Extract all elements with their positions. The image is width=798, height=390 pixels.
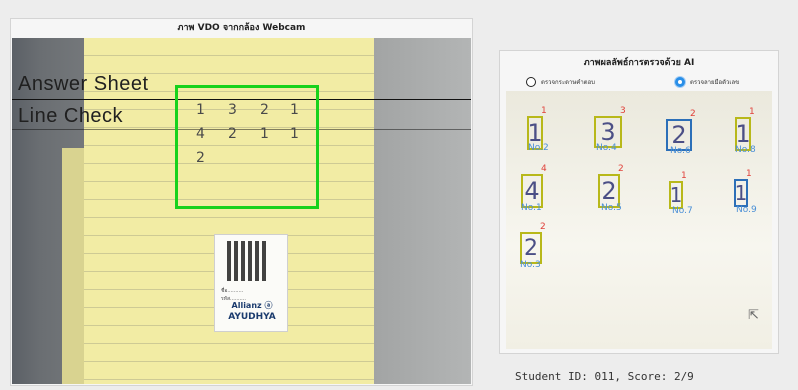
radio-button-selected-icon[interactable] bbox=[675, 77, 685, 87]
overlay-title: Answer Sheet bbox=[18, 73, 149, 95]
detection-label: No.7 bbox=[672, 206, 693, 216]
detection-score: 2 bbox=[540, 222, 546, 232]
detection-label: No.8 bbox=[735, 145, 756, 155]
radio-label: ตรวจลายมือตัวเลข bbox=[690, 79, 740, 86]
qr-name-line: ชื่อ.......... bbox=[221, 288, 244, 294]
brand-name: Allianz ⓐ bbox=[231, 301, 273, 310]
detection-score: 2 bbox=[618, 164, 624, 174]
detection-label: No.4 bbox=[596, 143, 617, 153]
answer-detection-box: 1 3 2 1 4 2 1 1 2 bbox=[175, 85, 319, 209]
radio-button-icon[interactable] bbox=[526, 77, 536, 87]
detection-label: No.1 bbox=[521, 203, 542, 213]
detection-label: No.2 bbox=[528, 143, 549, 153]
detection-score: 1 bbox=[681, 171, 687, 181]
detection-box: 1 bbox=[734, 179, 748, 207]
ai-panel-title: ภาพผลลัพธ์การตรวจด้วย AI bbox=[583, 58, 695, 68]
overlay-subtitle: Line Check bbox=[18, 105, 124, 127]
detection-box: 1 bbox=[669, 181, 683, 209]
detection-label: No.9 bbox=[736, 205, 757, 215]
detection-label: No.6 bbox=[670, 146, 691, 156]
radio-check-answer-sheet[interactable]: ตรวจกระดาษคำตอบ bbox=[526, 75, 595, 89]
answer-digit: 3 bbox=[228, 102, 237, 118]
detection-label: No.3 bbox=[520, 260, 541, 270]
detection-score: 2 bbox=[690, 109, 696, 119]
radio-label: ตรวจกระดาษคำตอบ bbox=[541, 79, 595, 86]
student-score-text: Student ID: 011, Score: 2/9 bbox=[515, 370, 694, 383]
webcam-panel: ภาพ VDO จากกล้อง Webcam Answer Sheet Lin… bbox=[10, 18, 473, 386]
ai-result-image: 1 1 No.2 3 3 No.4 2 2 No.6 1 1 No.8 4 4 No.1 2 2 No.5 1 1 No… bbox=[506, 91, 772, 383]
answer-digit: 2 bbox=[228, 126, 237, 142]
detection-score: 1 bbox=[749, 107, 755, 117]
radio-check-handwriting[interactable]: ตรวจลายมือตัวเลข bbox=[675, 75, 739, 89]
pointer-arrow-icon: ⇱ bbox=[748, 308, 759, 323]
webcam-panel-title: ภาพ VDO จากกล้อง Webcam bbox=[177, 23, 306, 33]
answer-digit: 2 bbox=[196, 150, 205, 166]
qr-code-icon bbox=[227, 241, 267, 281]
answer-digit: 4 bbox=[196, 126, 205, 142]
detection-score: 4 bbox=[541, 164, 547, 174]
ai-result-panel: ภาพผลลัพธ์การตรวจด้วย AI ตรวจกระดาษคำตอบ… bbox=[499, 50, 779, 383]
detection-score: 3 bbox=[620, 106, 626, 116]
webcam-video-feed: Answer Sheet Line Check 1 3 2 1 4 2 1 1 … bbox=[12, 38, 471, 384]
answer-digit: 1 bbox=[290, 126, 299, 142]
answer-digit: 1 bbox=[290, 102, 299, 118]
detection-score: 1 bbox=[541, 106, 547, 116]
answer-digit: 1 bbox=[260, 126, 269, 142]
brand-subtitle: AYUDHYA bbox=[228, 312, 276, 322]
answer-digit: 1 bbox=[196, 102, 205, 118]
detection-label: No.5 bbox=[601, 203, 622, 213]
detection-score: 1 bbox=[746, 169, 752, 179]
answer-digit: 2 bbox=[260, 102, 269, 118]
